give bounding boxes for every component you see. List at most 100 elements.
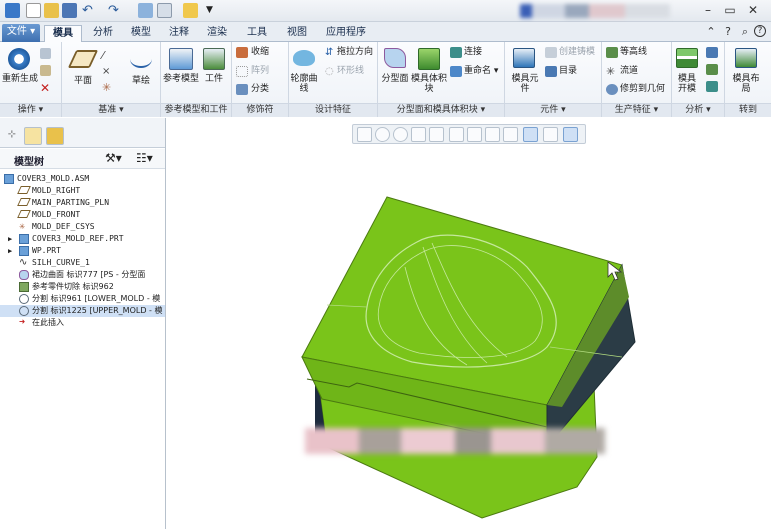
tree-item-selected[interactable]: 分割 标识1225 [UPPER_MOLD - 模 <box>0 305 165 317</box>
parting-surface-button[interactable]: 分型面 <box>380 74 410 84</box>
pattern-icon[interactable] <box>236 66 248 77</box>
classify-button[interactable]: 分类 <box>251 83 269 95</box>
tree-item[interactable]: ▶ WP.PRT <box>0 245 165 257</box>
regenerate-button[interactable]: 重新生成 <box>2 74 38 84</box>
runner-icon[interactable]: ✳ <box>606 66 618 77</box>
analysis-icon-1[interactable] <box>706 47 718 58</box>
mold-layout-button[interactable]: 模具布局 <box>731 74 761 94</box>
tree-item[interactable]: 裙边曲面 标识777 [PS - 分型面 <box>0 269 165 281</box>
open-folder-icon[interactable] <box>44 3 59 18</box>
view-manager-icon[interactable] <box>467 127 482 142</box>
zoom-in-icon[interactable] <box>375 127 390 142</box>
mold-open-button[interactable]: 模具开模 <box>674 74 700 94</box>
spin-center-icon[interactable] <box>543 127 558 142</box>
mold-component-button[interactable]: 模具元件 <box>509 74 541 94</box>
analysis-icon-3[interactable] <box>706 81 718 92</box>
ref-model-icon[interactable] <box>169 48 193 70</box>
delete-icon[interactable]: ✕ <box>40 82 52 94</box>
catalog-button[interactable]: 目录 <box>559 65 577 77</box>
tree-item-insert-here[interactable]: ➜ 在此插入 <box>0 317 165 329</box>
mold-open-icon[interactable] <box>676 48 698 68</box>
point-icon[interactable]: × <box>102 66 114 78</box>
graphics-viewport[interactable] <box>167 147 771 529</box>
tab-render[interactable]: 渲染 <box>200 25 234 42</box>
saved-views-icon[interactable] <box>449 127 464 142</box>
perspective-icon[interactable] <box>485 127 500 142</box>
drag-direction-icon[interactable]: ⇵ <box>325 47 336 58</box>
tab-mold[interactable]: 模具 <box>44 25 82 42</box>
annotation-display-icon[interactable] <box>523 127 538 142</box>
shrink-icon[interactable] <box>236 47 248 58</box>
trim-geometry-button[interactable]: 修剪到几何 <box>620 83 665 95</box>
tree-item[interactable]: COVER3_MOLD.ASM <box>0 173 165 185</box>
tree-item[interactable]: MAIN_PARTING_PLN <box>0 197 165 209</box>
restore-icon[interactable]: ▭ <box>722 2 738 18</box>
customize-arrow-icon[interactable]: ▼ <box>206 3 221 18</box>
tree-columns-icon[interactable]: ☷▾ <box>136 151 153 165</box>
close-icon[interactable]: ✕ <box>745 2 761 18</box>
mold-layout-icon[interactable] <box>735 48 757 68</box>
expand-icon[interactable]: ▶ <box>8 245 12 257</box>
zoom-out-icon[interactable] <box>393 127 408 142</box>
pattern-button[interactable]: 阵列 <box>251 65 269 77</box>
drag-direction-button[interactable]: 拖拉方向 <box>337 46 373 58</box>
regenerate-icon[interactable] <box>8 48 30 70</box>
csys-icon[interactable]: ✳ <box>102 82 114 94</box>
display-style-icon[interactable] <box>429 127 444 142</box>
create-casting-button[interactable]: 创建铸模 <box>559 46 595 58</box>
tab-applications[interactable]: 应用程序 <box>318 25 374 42</box>
rename-button[interactable]: 重命名 ▾ <box>464 65 498 77</box>
undo-icon[interactable]: ↶ <box>82 3 97 18</box>
tab-analysis[interactable]: 分析 <box>86 25 120 42</box>
tree-item[interactable]: ∿ SILH_CURVE_1 <box>0 257 165 269</box>
minimize-icon[interactable]: – <box>700 2 716 18</box>
sketch-icon[interactable] <box>130 50 152 68</box>
plane-button[interactable]: 平面 <box>68 76 98 86</box>
classify-icon[interactable] <box>236 84 248 95</box>
tab-file[interactable]: 文件 ▾ <box>2 24 40 42</box>
tab-annotate[interactable]: 注释 <box>162 25 196 42</box>
save-icon[interactable] <box>62 3 77 18</box>
tab-model[interactable]: 模型 <box>124 25 158 42</box>
ref-model-button[interactable]: 参考模型 <box>163 74 199 84</box>
model-tree-tab-icon[interactable]: ⊹ <box>3 127 21 145</box>
skirt-button[interactable]: 环形线 <box>337 65 364 77</box>
tree-item[interactable]: ▶ COVER3_MOLD_REF.PRT <box>0 233 165 245</box>
folder-icon[interactable] <box>183 3 198 18</box>
mold-volume-button[interactable]: 模具体积块 <box>410 74 448 94</box>
plane-icon[interactable] <box>67 50 99 68</box>
shrink-button[interactable]: 收缩 <box>251 46 269 58</box>
favorites-tab-icon[interactable] <box>46 127 64 145</box>
search-icon[interactable]: ⌕ <box>738 25 752 39</box>
waterline-icon[interactable] <box>606 47 618 58</box>
parting-surface-icon[interactable] <box>384 48 406 68</box>
create-casting-icon[interactable] <box>545 47 557 58</box>
rename-icon[interactable] <box>450 66 462 77</box>
analysis-icon-2[interactable] <box>706 64 718 75</box>
waterline-button[interactable]: 等高线 <box>620 46 647 58</box>
refit-icon[interactable] <box>357 127 372 142</box>
tree-item[interactable]: MOLD_FRONT <box>0 209 165 221</box>
copy-icon[interactable] <box>40 48 51 59</box>
axis-icon[interactable]: ⁄ <box>102 50 114 62</box>
skirt-icon[interactable]: ◌ <box>325 66 336 77</box>
csys-display-icon[interactable] <box>563 127 578 142</box>
sketch-button[interactable]: 草绘 <box>126 76 156 86</box>
new-file-icon[interactable] <box>26 3 41 18</box>
tree-item[interactable]: 分割 标识961 [LOWER_MOLD - 模 <box>0 293 165 305</box>
workpiece-button[interactable]: 工件 <box>199 74 229 84</box>
paste-icon[interactable] <box>40 65 51 76</box>
expand-icon[interactable]: ▶ <box>8 233 12 245</box>
trim-geometry-icon[interactable] <box>606 84 618 95</box>
catalog-icon[interactable] <box>545 66 557 77</box>
datum-display-icon[interactable] <box>503 127 518 142</box>
help-circle-icon[interactable]: ? <box>754 25 766 37</box>
tab-tools[interactable]: 工具 <box>240 25 274 42</box>
silhouette-button[interactable]: 轮廓曲线 <box>289 74 319 94</box>
tab-view[interactable]: 视图 <box>280 25 314 42</box>
redo-icon[interactable]: ↷ <box>108 3 123 18</box>
workpiece-icon[interactable] <box>203 48 225 70</box>
minimize-ribbon-icon[interactable]: ⌃ <box>704 25 718 39</box>
window-icon[interactable] <box>157 3 172 18</box>
tree-item[interactable]: ✳ MOLD_DEF_CSYS <box>0 221 165 233</box>
